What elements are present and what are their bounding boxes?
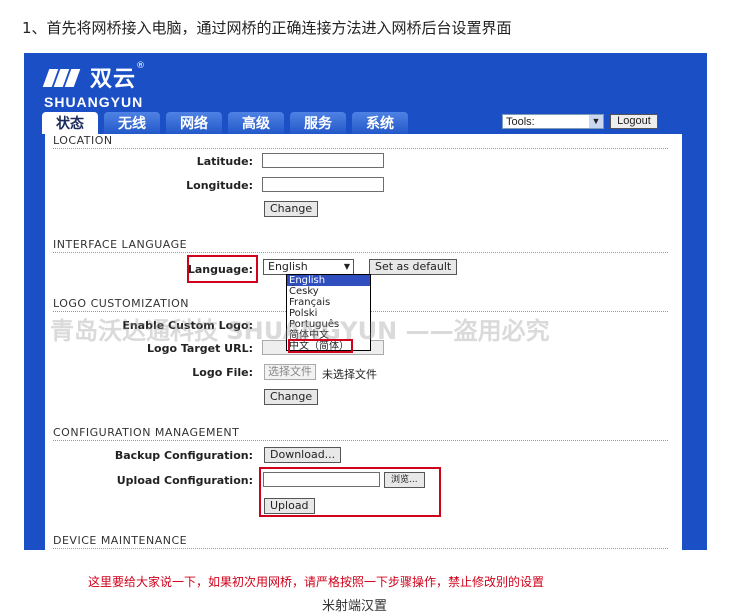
- upload-configuration-label: Upload Configuration:: [116, 474, 253, 487]
- brand-name-en: SHUANGYUN: [44, 94, 144, 110]
- tab-system[interactable]: 系统: [352, 112, 408, 134]
- no-file-chosen-text: 未选择文件: [322, 368, 377, 381]
- tab-advanced[interactable]: 高级: [228, 112, 284, 134]
- main-tabs: 状态 无线 网络 高级 服务 系统: [42, 112, 408, 134]
- tab-wireless[interactable]: 无线: [104, 112, 160, 134]
- tab-network[interactable]: 网络: [166, 112, 222, 134]
- language-highlight-box: [187, 255, 258, 283]
- latitude-input[interactable]: [262, 153, 384, 168]
- page-heading: 1、首先将网桥接入电脑，通过网桥的正确连接方法进入网桥后台设置界面: [22, 19, 512, 37]
- section-divider: [53, 548, 668, 549]
- section-divider: [53, 252, 668, 253]
- language-option[interactable]: Česky: [287, 286, 370, 297]
- watermark-text: 青岛沃达通科技 SHUANGYUN ——盗用必究: [50, 317, 550, 345]
- location-change-button[interactable]: Change: [264, 201, 319, 217]
- section-divider: [53, 440, 668, 441]
- chevron-down-icon: ▼: [343, 262, 350, 271]
- brand-name-cn: 双云: [90, 67, 137, 92]
- backup-configuration-label: Backup Configuration:: [114, 449, 253, 462]
- section-title-configuration-management: CONFIGURATION MANAGEMENT: [53, 426, 240, 439]
- tab-services[interactable]: 服务: [290, 112, 346, 134]
- section-title-interface-language: INTERFACE LANGUAGE: [53, 238, 188, 251]
- longitude-label: Longitude:: [186, 179, 253, 192]
- choose-file-button[interactable]: 选择文件: [264, 364, 316, 380]
- brand-logo: 双云® SHUANGYUN: [42, 61, 146, 110]
- upload-highlight-box: [259, 467, 441, 517]
- section-title-device-maintenance: DEVICE MAINTENANCE: [53, 534, 188, 547]
- tools-select-value: Tools:: [506, 116, 535, 128]
- download-button[interactable]: Download...: [264, 447, 342, 463]
- set-default-button[interactable]: Set as default: [369, 259, 458, 275]
- warning-note: 这里要给大家说一下，如果初次用网桥，请严格按照一下步骤操作，禁止修改别的设置: [88, 575, 545, 589]
- router-admin-frame: 双云® SHUANGYUN 状态 无线 网络 高级 服务 系统 Tools: ▼…: [24, 53, 707, 550]
- section-divider: [53, 148, 668, 149]
- logout-button[interactable]: Logout: [610, 114, 658, 129]
- logo-file-label: Logo File:: [192, 366, 253, 379]
- language-select-value: English: [268, 260, 308, 273]
- language-option[interactable]: English: [287, 275, 370, 286]
- tab-status[interactable]: 状态: [42, 112, 98, 134]
- section-title-logo-customization: LOGO CUSTOMIZATION: [53, 297, 189, 310]
- longitude-input[interactable]: [262, 177, 384, 192]
- latitude-label: Latitude:: [196, 155, 253, 168]
- brand-mark-icon: [42, 67, 84, 87]
- logo-change-button[interactable]: Change: [264, 389, 319, 405]
- section-title-location: LOCATION: [53, 134, 113, 147]
- tools-select[interactable]: Tools: ▼: [502, 114, 604, 129]
- language-select[interactable]: English ▼: [263, 259, 354, 275]
- chevron-down-icon: ▼: [589, 115, 603, 128]
- language-option[interactable]: Français: [287, 297, 370, 308]
- registered-mark: ®: [136, 61, 146, 71]
- cutoff-heading: 米射端汉置: [322, 599, 388, 614]
